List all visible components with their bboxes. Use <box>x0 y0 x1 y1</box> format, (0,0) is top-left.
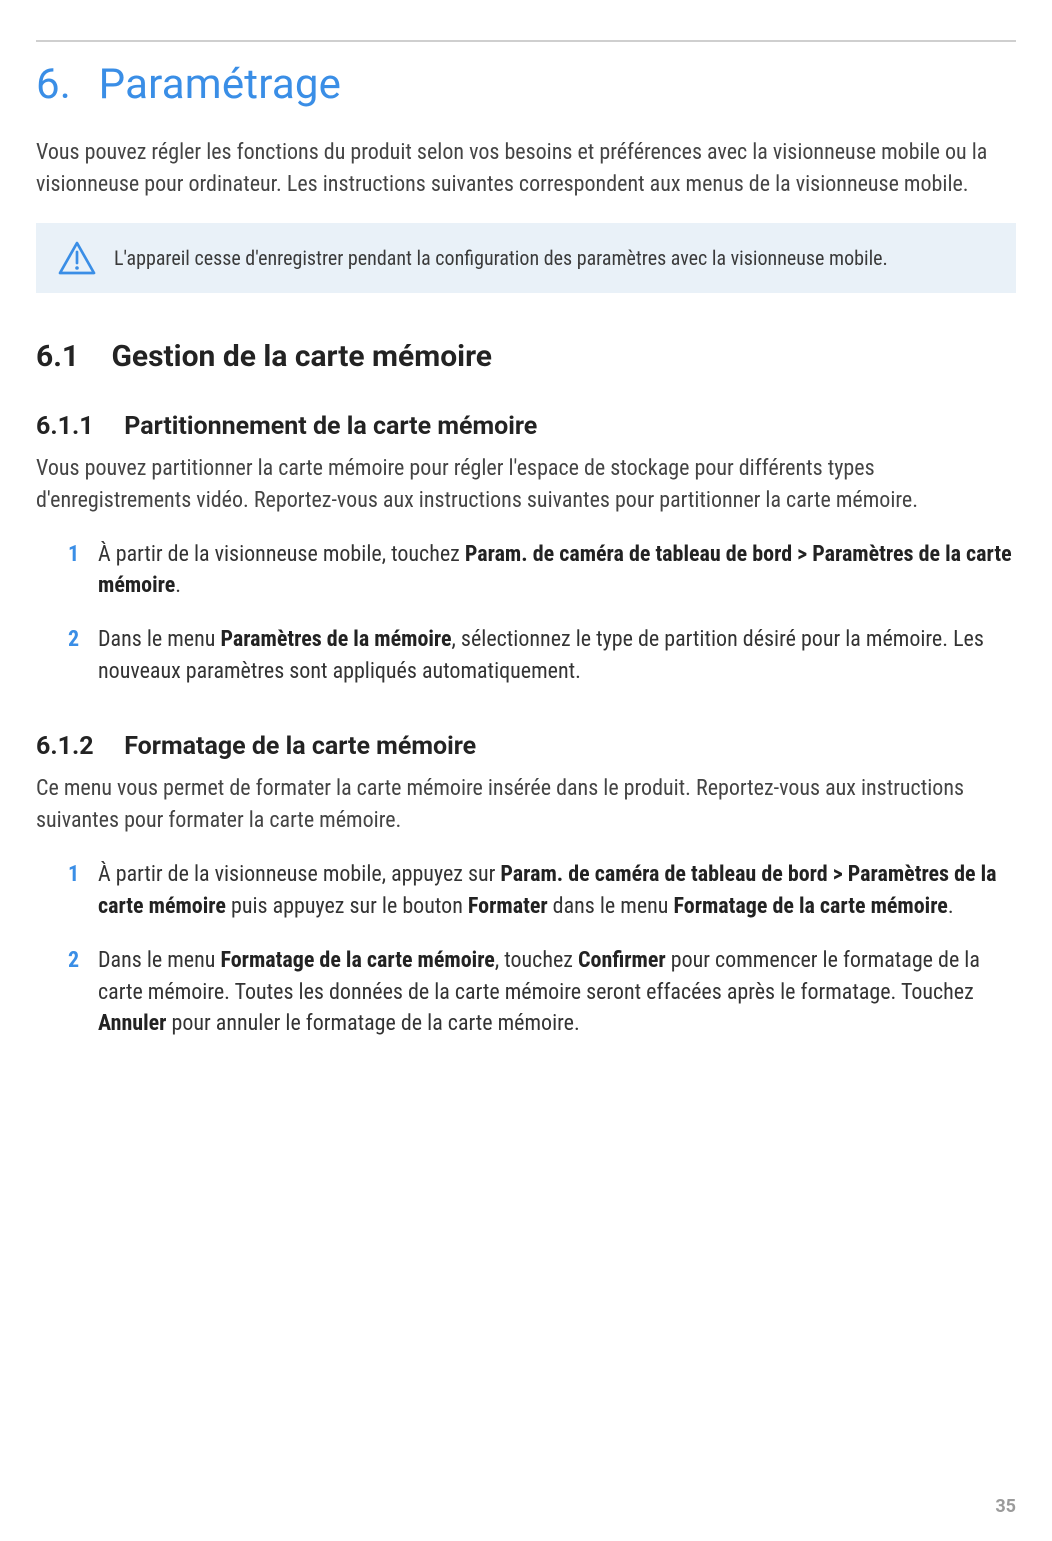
subsection-number: 6.1.1 <box>36 412 118 441</box>
step-bold: Formatage de la carte mémoire <box>220 948 494 973</box>
step-item: 1 À partir de la visionneuse mobile, app… <box>68 859 1016 923</box>
step-text-part: Dans le menu <box>98 627 220 652</box>
document-page: 6. Paramétrage Vous pouvez régler les fo… <box>0 0 1052 1541</box>
section-number: 6.1 <box>36 339 104 374</box>
step-text-part: À partir de la visionneuse mobile, appuy… <box>98 862 500 887</box>
step-bold: Annuler <box>98 1011 166 1036</box>
step-bold: Formatage de la carte mémoire <box>674 894 948 919</box>
caution-triangle-icon <box>58 241 96 275</box>
intro-paragraph: Vous pouvez régler les fonctions du prod… <box>36 137 1016 201</box>
subsection-title: Partitionnement de la carte mémoire <box>124 412 537 441</box>
subsection-6-1-1-heading: 6.1.1 Partitionnement de la carte mémoir… <box>36 412 1016 441</box>
step-item: 1 À partir de la visionneuse mobile, tou… <box>68 539 1016 603</box>
page-number: 35 <box>995 1496 1016 1517</box>
step-text-part: , touchez <box>495 948 578 973</box>
step-text-part: Dans le menu <box>98 948 220 973</box>
section-6-1-heading: 6.1 Gestion de la carte mémoire <box>36 339 1016 374</box>
step-text-part: dans le menu <box>548 894 674 919</box>
step-text-part: . <box>175 573 181 598</box>
top-border <box>36 40 1016 42</box>
caution-text: L'appareil cesse d'enregistrer pendant l… <box>114 244 888 272</box>
subsection-6-1-2-heading: 6.1.2 Formatage de la carte mémoire <box>36 732 1016 761</box>
step-text-part: puis appuyez sur le bouton <box>226 894 468 919</box>
subsection-6-1-1-para: Vous pouvez partitionner la carte mémoir… <box>36 453 1016 517</box>
step-text-part: pour annuler le formatage de la carte mé… <box>166 1011 579 1036</box>
step-bold: Param. de caméra de tableau de bord <box>465 542 792 567</box>
step-bold: Formater <box>468 894 548 919</box>
step-item: 2 Dans le menu Formatage de la carte mém… <box>68 945 1016 1041</box>
step-bold: Confirmer <box>578 948 666 973</box>
step-bold: > <box>792 542 812 567</box>
step-item: 2 Dans le menu Paramètres de la mémoire,… <box>68 624 1016 688</box>
chapter-number: 6. <box>36 60 88 109</box>
subsection-6-1-1-steps: 1 À partir de la visionneuse mobile, tou… <box>36 539 1016 689</box>
section-title: Gestion de la carte mémoire <box>111 339 492 374</box>
step-bold: Paramètres de la mémoire <box>220 627 451 652</box>
chapter-title: Paramétrage <box>99 60 342 109</box>
caution-box: L'appareil cesse d'enregistrer pendant l… <box>36 223 1016 293</box>
step-number: 1 <box>68 539 79 571</box>
subsection-6-1-2-para: Ce menu vous permet de formater la carte… <box>36 773 1016 837</box>
step-text-part: À partir de la visionneuse mobile, touch… <box>98 542 465 567</box>
subsection-6-1-2-steps: 1 À partir de la visionneuse mobile, app… <box>36 859 1016 1040</box>
step-text-part: . <box>948 894 954 919</box>
step-number: 2 <box>68 945 79 977</box>
subsection-title: Formatage de la carte mémoire <box>124 732 476 761</box>
step-bold: > <box>828 862 848 887</box>
step-bold: Param. de caméra de tableau de bord <box>500 862 827 887</box>
chapter-heading: 6. Paramétrage <box>36 60 1016 109</box>
step-number: 2 <box>68 624 79 656</box>
step-number: 1 <box>68 859 79 891</box>
subsection-number: 6.1.2 <box>36 732 118 761</box>
